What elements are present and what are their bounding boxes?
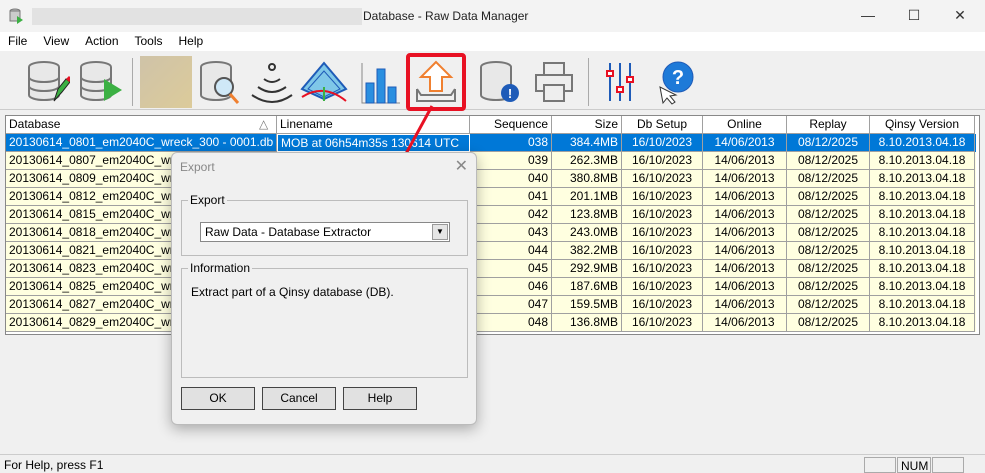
help-button[interactable]: Help bbox=[343, 387, 417, 410]
export-type-value: Raw Data - Database Extractor bbox=[205, 225, 372, 239]
status-pane-empty bbox=[864, 457, 896, 473]
export-group-label: Export bbox=[188, 193, 227, 207]
status-bar: For Help, press F1 NUM bbox=[0, 454, 985, 473]
export-group: Export Raw Data - Database Extractor ▼ bbox=[181, 193, 468, 256]
cancel-button[interactable]: Cancel bbox=[262, 387, 336, 410]
information-group-label: Information bbox=[188, 261, 253, 275]
dropdown-arrow-icon[interactable]: ▼ bbox=[432, 224, 448, 240]
annotation-arrow bbox=[388, 105, 434, 180]
dialog-title: Export bbox=[180, 160, 215, 174]
export-type-select[interactable]: Raw Data - Database Extractor ▼ bbox=[200, 222, 450, 242]
export-dialog: Export ✕ Export Raw Data - Database Extr… bbox=[171, 152, 477, 425]
information-group: Information Extract part of a Qinsy data… bbox=[181, 261, 468, 378]
information-text: Extract part of a Qinsy database (DB). bbox=[191, 285, 394, 299]
status-text: For Help, press F1 bbox=[4, 458, 104, 472]
ok-button[interactable]: OK bbox=[181, 387, 255, 410]
num-lock-indicator: NUM bbox=[897, 457, 931, 473]
dialog-close-button[interactable]: ✕ bbox=[455, 156, 468, 176]
status-pane-empty bbox=[932, 457, 964, 473]
